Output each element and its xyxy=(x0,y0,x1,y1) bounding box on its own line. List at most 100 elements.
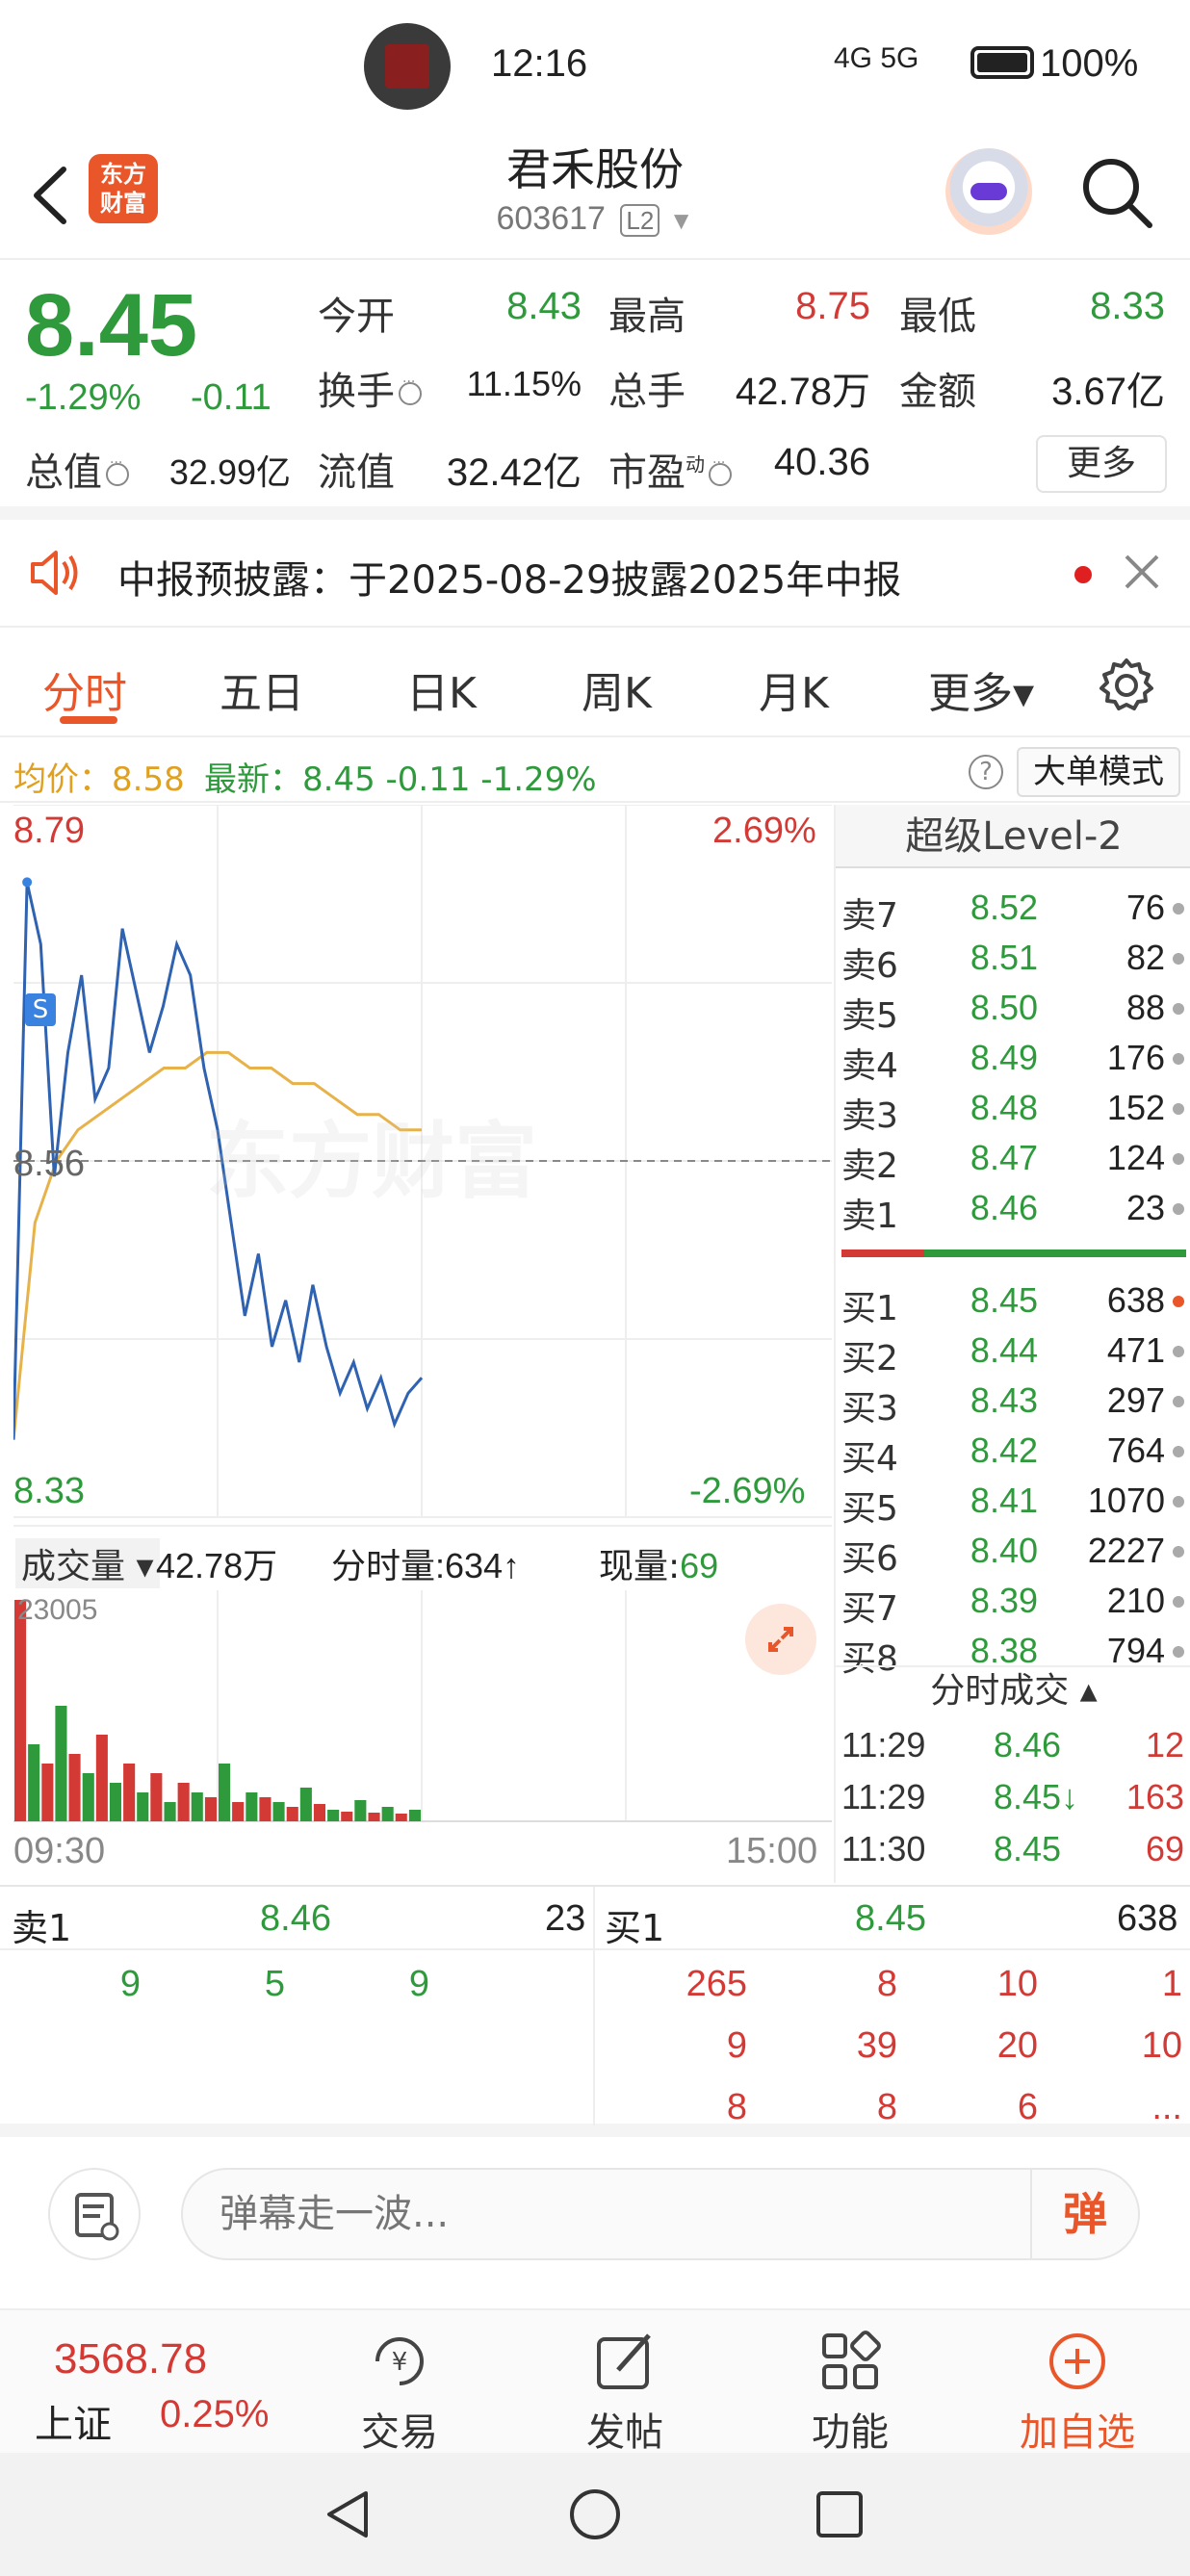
ask-volume: 176 xyxy=(1106,1038,1165,1077)
note-icon[interactable] xyxy=(48,2168,141,2260)
volume-select[interactable]: 成交量 ▾ xyxy=(15,1538,160,1588)
ask-row[interactable]: 卖1 8.46 23 xyxy=(836,1182,1190,1236)
tab-intraday[interactable]: 分时 xyxy=(42,658,127,720)
nav-functions[interactable]: 功能 xyxy=(778,2320,922,2455)
more-button[interactable]: 更多 xyxy=(1036,435,1167,493)
bid-level: 买7 xyxy=(841,1589,898,1629)
trades-title[interactable]: 分时成交 ▴ xyxy=(836,1665,1190,1713)
comment-bar: 弹 xyxy=(0,2139,1190,2306)
current-price: 8.45 xyxy=(25,276,198,374)
info-icon[interactable] xyxy=(709,455,732,486)
bid-price: 8.39 xyxy=(970,1581,1038,1620)
bid-level: 买5 xyxy=(841,1489,898,1529)
volume-bar xyxy=(123,1764,136,1821)
chevron-down-icon[interactable]: ▼ xyxy=(669,206,694,235)
unread-dot xyxy=(1074,566,1092,583)
order-book: 超级Level-2 卖7 8.52 76 卖6 8.51 82 卖5 8.50 88 卖4 8.49… xyxy=(834,805,1190,1883)
bid-price: 8.43 xyxy=(970,1380,1038,1420)
help-icon[interactable]: ? xyxy=(969,755,1003,789)
pct-tick-bottom: -2.69% xyxy=(689,1471,806,1511)
turnover-value: 11.15% xyxy=(466,364,582,403)
queue-buy-order: 9 xyxy=(726,2025,747,2066)
bid-row[interactable]: 买6 8.40 2227 xyxy=(836,1525,1190,1579)
gear-icon[interactable] xyxy=(1098,657,1155,714)
bid-level: 买6 xyxy=(841,1539,898,1579)
bid-row[interactable]: 买5 8.41 1070 xyxy=(836,1475,1190,1529)
queue-buy-order: 10 xyxy=(1141,2025,1182,2066)
danmu-button[interactable]: 弹 xyxy=(1030,2170,1138,2258)
trade-volume: 69 xyxy=(1145,1829,1184,1868)
tab-more[interactable]: 更多▾ xyxy=(928,658,1034,720)
volume-bar xyxy=(232,1802,245,1821)
status-dot xyxy=(1173,1446,1184,1457)
ask-price: 8.51 xyxy=(970,938,1038,977)
search-icon[interactable] xyxy=(1078,154,1155,231)
status-dot xyxy=(1173,1396,1184,1407)
change-amount: -0.11 xyxy=(191,377,272,418)
watermark: 东方财富 xyxy=(206,1114,537,1210)
pe-value: 40.36 xyxy=(773,441,870,483)
ask-row[interactable]: 卖5 8.50 88 xyxy=(836,982,1190,1036)
low-value: 8.33 xyxy=(1090,285,1165,327)
bid-price: 8.45 xyxy=(970,1280,1038,1320)
nav-add-watchlist-label: 加自选 xyxy=(1020,2410,1135,2455)
level-badge[interactable]: L2 xyxy=(620,204,660,237)
level2-title[interactable]: 超级Level-2 xyxy=(836,805,1190,868)
big-order-mode-button[interactable]: 大单模式 xyxy=(1017,747,1180,797)
status-dot xyxy=(1173,1646,1184,1658)
nav-post[interactable]: 发帖 xyxy=(553,2320,697,2455)
ask-row[interactable]: 卖6 8.51 82 xyxy=(836,932,1190,986)
danmu-input[interactable] xyxy=(181,2168,1140,2260)
volume-bar xyxy=(150,1773,163,1821)
robot-assistant-icon[interactable] xyxy=(945,148,1032,235)
queue-buy-order: ... xyxy=(1151,2087,1182,2127)
queue-sell-price: 8.46 xyxy=(260,1898,331,1939)
expand-icon[interactable] xyxy=(745,1604,816,1675)
ask-row[interactable]: 卖4 8.49 176 xyxy=(836,1032,1190,1086)
bid-row[interactable]: 买3 8.43 297 xyxy=(836,1375,1190,1429)
mktcap-label[interactable]: 总值 xyxy=(25,441,133,497)
pe-label[interactable]: 市盈动 xyxy=(608,441,736,497)
intraday-chart[interactable]: 8.79 8.56 8.33 2.69% -2.69% S 东方财富 成交量 ▾… xyxy=(13,805,832,1883)
info-icon[interactable] xyxy=(106,455,129,486)
index-name: 上证 xyxy=(35,2403,112,2447)
notice-bar[interactable]: 中报预披露：于2025-08-29披露2025年中报 xyxy=(0,520,1190,628)
book-ratio-bar xyxy=(841,1249,1186,1257)
bid-row[interactable]: 买1 8.45 638 xyxy=(836,1275,1190,1328)
ask-level: 卖4 xyxy=(841,1046,898,1086)
s-marker[interactable]: S xyxy=(25,993,56,1026)
bid-row[interactable]: 买4 8.42 764 xyxy=(836,1425,1190,1479)
queue-buy-order: 10 xyxy=(996,1964,1038,2004)
system-back-icon[interactable] xyxy=(322,2487,375,2541)
system-recents-icon[interactable] xyxy=(815,2489,865,2539)
tab-weekly-k[interactable]: 周K xyxy=(582,658,652,720)
trade-row: 11:30 8.45 69 xyxy=(836,1825,1190,1877)
volume-header: 成交量 ▾ 42.78万 分时量:634↑ 现量:69 xyxy=(13,1525,832,1590)
volume-value: 42.78万 xyxy=(735,371,870,413)
ask-row[interactable]: 卖2 8.47 124 xyxy=(836,1132,1190,1186)
add-circle-icon xyxy=(1049,2333,1105,2389)
tab-monthly-k[interactable]: 月K xyxy=(759,658,829,720)
close-icon[interactable] xyxy=(1123,553,1161,591)
system-home-icon[interactable] xyxy=(568,2487,622,2541)
bid-row[interactable]: 买2 8.44 471 xyxy=(836,1325,1190,1378)
ask-volume: 88 xyxy=(1125,988,1165,1027)
volume-bar xyxy=(272,1802,285,1821)
nav-add-watchlist[interactable]: 加自选 xyxy=(1005,2320,1150,2455)
bid-row[interactable]: 买7 8.39 210 xyxy=(836,1575,1190,1629)
nav-trade[interactable]: ¥ 交易 xyxy=(327,2320,472,2455)
status-dot xyxy=(1173,1003,1184,1015)
grid-icon xyxy=(822,2331,881,2389)
bid-volume: 2227 xyxy=(1087,1531,1165,1570)
tab-daily-k[interactable]: 日K xyxy=(406,658,477,720)
queue-buy-price: 8.45 xyxy=(855,1898,926,1939)
info-icon[interactable] xyxy=(399,374,422,405)
turnover-label[interactable]: 换手 xyxy=(318,360,426,416)
active-tab-indicator xyxy=(60,716,117,724)
ask-row[interactable]: 卖3 8.48 152 xyxy=(836,1082,1190,1136)
ask-row[interactable]: 卖7 8.52 76 xyxy=(836,882,1190,936)
queue-sell-volume: 23 xyxy=(545,1898,586,1939)
tab-five-day[interactable]: 五日 xyxy=(220,658,304,720)
queue-buy-order: 8 xyxy=(876,2087,897,2127)
ask-level: 卖7 xyxy=(841,896,898,936)
